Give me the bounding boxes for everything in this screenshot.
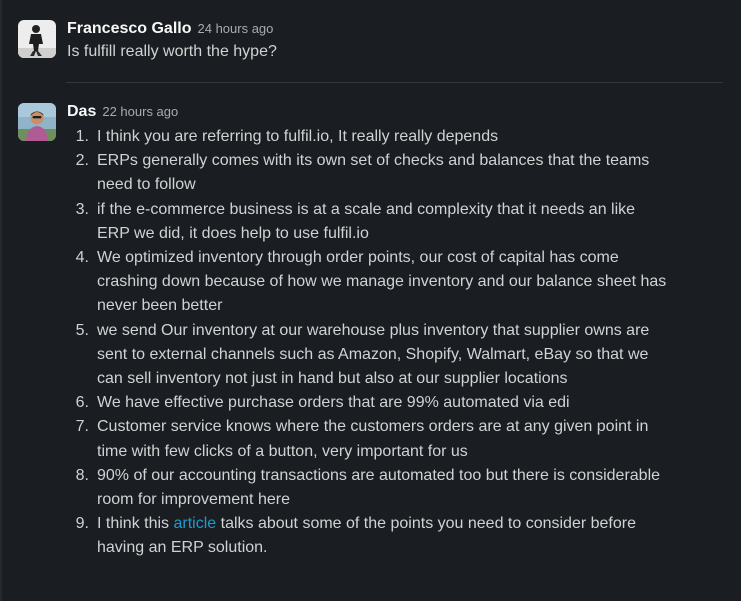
message-thread: Francesco Gallo 24 hours ago Is fulfill r…	[0, 0, 741, 601]
list-number: 7.	[75, 418, 89, 436]
message-divider	[66, 82, 723, 83]
list-number: 3.	[75, 200, 89, 218]
message-text: Is fulfill really worth the hype?	[67, 43, 277, 60]
article-link[interactable]: article	[173, 515, 216, 532]
list-item: 8. 90% of our accounting transactions are…	[67, 464, 667, 512]
list-item: 5. we send Our inventory at our warehouse…	[67, 319, 667, 392]
message-content: Francesco Gallo 24 hours ago Is fulfill r…	[67, 18, 723, 64]
message-header: Francesco Gallo 24 hours ago	[67, 18, 723, 40]
list-item-text: We have effective purchase orders that a…	[97, 394, 570, 412]
list-item-text: we send Our inventory at our warehouse p…	[97, 321, 650, 388]
message-content: Das 22 hours ago 1. I think you are referr…	[67, 101, 723, 561]
list-item: 2. ERPs generally comes with its own set …	[67, 149, 667, 197]
list-item: 9. I think this article talks about some …	[67, 512, 667, 560]
list-item-text: We optimized inventory through order poi…	[97, 249, 667, 315]
message-header: Das 22 hours ago	[67, 101, 723, 123]
timestamp[interactable]: 24 hours ago	[198, 21, 274, 36]
numbered-list: 1. I think you are referring to fulfil.io…	[67, 125, 667, 561]
list-number: 4.	[75, 249, 89, 267]
pane-edge	[0, 0, 2, 601]
list-item-text: Customer service knows where the custome…	[97, 418, 649, 460]
list-item-text: if the e-commerce business is at a scale…	[97, 200, 636, 242]
list-item: 1. I think you are referring to fulfil.io…	[67, 125, 667, 149]
author-name[interactable]: Das	[67, 103, 96, 120]
list-number: 9.	[75, 515, 89, 533]
list-number: 8.	[75, 466, 89, 484]
timestamp[interactable]: 22 hours ago	[102, 104, 178, 119]
list-item: 7. Customer service knows where the custo…	[67, 415, 667, 463]
avatar-das[interactable]	[18, 103, 56, 141]
list-item: 3. if the e-commerce business is at a sca…	[67, 198, 667, 246]
list-item-text: I think you are referring to fulfil.io, …	[97, 128, 499, 145]
list-number: 1.	[75, 128, 89, 145]
list-item-text-before: I think this	[97, 515, 174, 533]
list-number: 2.	[75, 152, 89, 170]
list-item: 6. We have effective purchase orders that…	[67, 391, 667, 415]
list-item-text: ERPs generally comes with its own set of…	[97, 152, 650, 194]
list-number: 6.	[75, 394, 89, 412]
avatar-francesco[interactable]	[18, 20, 56, 58]
list-item: 4. We optimized inventory through order p…	[67, 246, 667, 319]
list-item-text: 90% of our accounting transactions are a…	[97, 466, 661, 509]
avatar-francesco-image	[18, 20, 56, 58]
list-number: 5.	[75, 321, 89, 339]
author-name[interactable]: Francesco Gallo	[67, 20, 192, 37]
avatar-das-image	[18, 103, 56, 141]
